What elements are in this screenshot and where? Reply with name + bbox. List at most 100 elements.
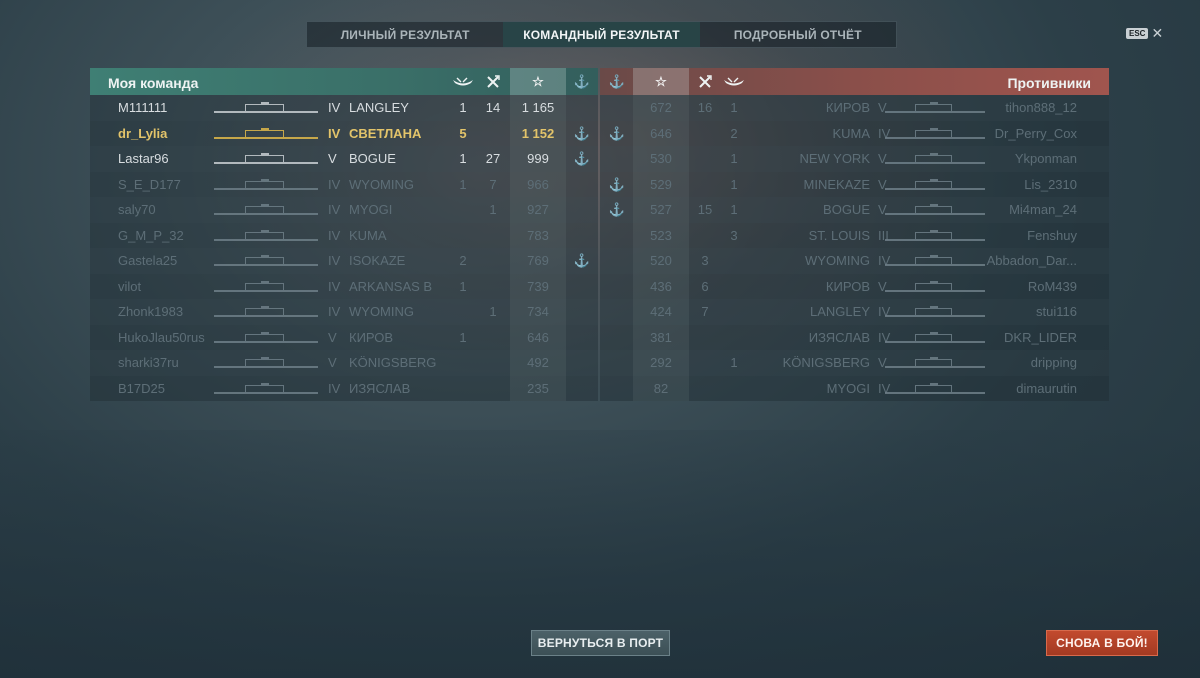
planes-shot (692, 121, 718, 147)
planes-shot: 7 (489, 176, 497, 192)
experience: 520 (633, 248, 689, 274)
enemy-team-table: Противники ⚓ ☆ 672 16 1 КИРОВ Vtihon888_12 ⚓ 6… (600, 68, 1109, 401)
ship-name: MINEKAZE (803, 176, 870, 192)
planes-shot (692, 325, 718, 351)
player-name: B17D25 (118, 380, 165, 396)
table-row[interactable]: HukoJlau50rus V КИРОВ 1 646 (90, 324, 598, 350)
experience: 527 (633, 197, 689, 223)
player-name: saly70 (118, 202, 156, 217)
ship-name: MYOGI (349, 202, 393, 217)
player-name: tihon888_12 (1005, 100, 1077, 115)
return-to-port-button[interactable]: ВЕРНУТЬСЯ В ПОРТ (531, 630, 670, 656)
ships-sunk: 2 (730, 125, 738, 141)
ship-tier: V (328, 151, 337, 166)
ship-name: BOGUE (349, 151, 396, 166)
anchor-icon: ⚓ (608, 125, 626, 141)
planes-shot: 1 (489, 304, 497, 319)
ship-name: KÖNIGSBERG (782, 355, 870, 370)
table-row[interactable]: saly70 IV MYOGI 1 927 (90, 197, 598, 223)
ship-silhouette-icon (885, 153, 985, 164)
experience: 1 165 (510, 95, 566, 121)
planes-shot: 27 (485, 151, 501, 166)
ship-tier: IV (328, 304, 341, 319)
ship-silhouette-icon (214, 357, 318, 368)
table-row[interactable]: ⚓ 646 2 KUMA IV Dr_Perry_Cox (600, 120, 1109, 147)
table-row[interactable]: G_M_P_32 IV KUMA 783 (90, 222, 598, 248)
my-team-title: Моя команда (108, 75, 199, 91)
table-row[interactable]: S_E_D177 IV WYOMING 1 7 966 (90, 171, 598, 197)
table-row[interactable]: sharki37ru V KÖNIGSBERG 492 (90, 350, 598, 376)
planes-shot: 6 (701, 278, 709, 294)
experience: 734 (510, 299, 566, 325)
ship-silhouette-icon (885, 102, 985, 113)
tab-personal-result[interactable]: ЛИЧНЫЙ РЕЗУЛЬТАТ (307, 22, 503, 47)
planes-shot (480, 350, 506, 376)
tab-detailed-report[interactable]: ПОДРОБНЫЙ ОТЧЁТ (700, 22, 896, 47)
player-name: S_E_D177 (118, 176, 181, 192)
table-row[interactable]: 672 16 1 КИРОВ Vtihon888_12 (600, 95, 1109, 121)
ships-sunk: 1 (459, 100, 467, 115)
table-row[interactable]: M111111 IV LANGLEY 1 14 1 165 (90, 95, 598, 121)
table-row[interactable]: Zhonk1983 IV WYOMING 1 734 (90, 299, 598, 325)
table-row[interactable]: 520 3 WYOMING IV Abbadon_Dar... (600, 248, 1109, 274)
player-name: Abbadon_Dar... (986, 253, 1077, 268)
anchor-icon: ⚓ (573, 253, 591, 268)
table-row[interactable]: dr_Lylia IV СВЕТЛАНА 5 1 152 ⚓ (90, 120, 598, 146)
close-icon: ✕ (1151, 25, 1164, 41)
experience: 235 (510, 375, 566, 401)
my-team-table: Моя команда ☆ ⚓ M111111 IV LANGLEY 1 14 1 165… (90, 68, 598, 401)
table-row[interactable]: 530 1 NEW YORK V Ykponman (600, 146, 1109, 172)
planes-shot: 14 (485, 100, 501, 115)
ship-silhouette-icon (214, 382, 318, 394)
planes-shot (692, 376, 718, 402)
ship-silhouette-icon (214, 204, 318, 215)
ship-tier: V (328, 355, 337, 370)
ship-name: ST. LOUIS (808, 227, 870, 243)
ship-silhouette-icon (214, 255, 318, 266)
ship-tier: IV (328, 227, 341, 243)
ship-name: КИРОВ (825, 278, 870, 294)
tab-team-result[interactable]: КОМАНДНЫЙ РЕЗУЛЬТАТ (503, 22, 700, 47)
table-row[interactable]: 292 1 KÖNIGSBERG Vdripping (600, 350, 1109, 376)
ship-tier: IV (328, 176, 341, 192)
table-row[interactable]: Gastela25 IV ISOKAZE 2 769 ⚓ (90, 248, 598, 274)
ships-sunk: 1 (459, 278, 467, 294)
player-name: Lis_2310 (1024, 176, 1077, 192)
ships-sunk (450, 350, 476, 376)
esc-key-badge: ESC (1126, 27, 1149, 39)
battle-again-button[interactable]: СНОВА В БОЙ! (1046, 630, 1158, 656)
experience: 966 (510, 171, 566, 197)
table-row[interactable]: B17D25 IV ИЗЯСЛАВ 235 (90, 375, 598, 402)
player-name: M111111 (118, 100, 168, 115)
ship-name: KUMA (832, 125, 870, 141)
table-row[interactable]: 82 MYOGI IV dimaurutin (600, 375, 1109, 402)
ship-name: WYOMING (349, 176, 414, 192)
table-row[interactable]: 381 ИЗЯСЛАВ IV DKR_LIDER (600, 324, 1109, 351)
ship-kill-icon (450, 68, 476, 95)
table-row[interactable]: vilot IV ARKANSAS B 1 739 (90, 273, 598, 300)
table-row[interactable]: Lastar96 V BOGUE 1 27 999 ⚓ (90, 146, 598, 172)
table-row[interactable]: 523 3 ST. LOUIS III Fenshuy (600, 222, 1109, 248)
planes-shot (692, 172, 718, 198)
table-row[interactable]: 436 6 КИРОВ V RoM439 (600, 273, 1109, 300)
enemy-team-rows: 672 16 1 КИРОВ Vtihon888_12 ⚓ 646 2 KUMA IV Dr_Per… (600, 95, 1109, 401)
table-row[interactable]: 424 7 LANGLEY IV stui116 (600, 299, 1109, 325)
ships-sunk: 2 (459, 253, 467, 268)
plane-kill-icon (692, 68, 718, 95)
plane-kill-icon (480, 68, 506, 95)
ship-name: ISOKAZE (349, 253, 406, 268)
anchor-icon: ⚓ (608, 73, 626, 89)
planes-shot (480, 376, 506, 402)
ship-name: КИРОВ (825, 100, 870, 115)
ships-sunk: 5 (459, 125, 467, 141)
experience: 1 152 (510, 120, 566, 146)
player-name: Lastar96 (118, 151, 169, 166)
table-row[interactable]: ⚓ 529 1 MINEKAZE V Lis_2310 (600, 171, 1109, 198)
ships-sunk (721, 274, 747, 300)
planes-shot (480, 274, 506, 300)
player-name: G_M_P_32 (118, 227, 184, 243)
enemy-team-title: Противники (1007, 75, 1091, 91)
table-row[interactable]: ⚓ 527 15 1 BOGUE V Mi4man_24 (600, 197, 1109, 223)
esc-close-button[interactable]: ESC ✕ (1126, 25, 1164, 41)
experience: 82 (633, 375, 689, 401)
